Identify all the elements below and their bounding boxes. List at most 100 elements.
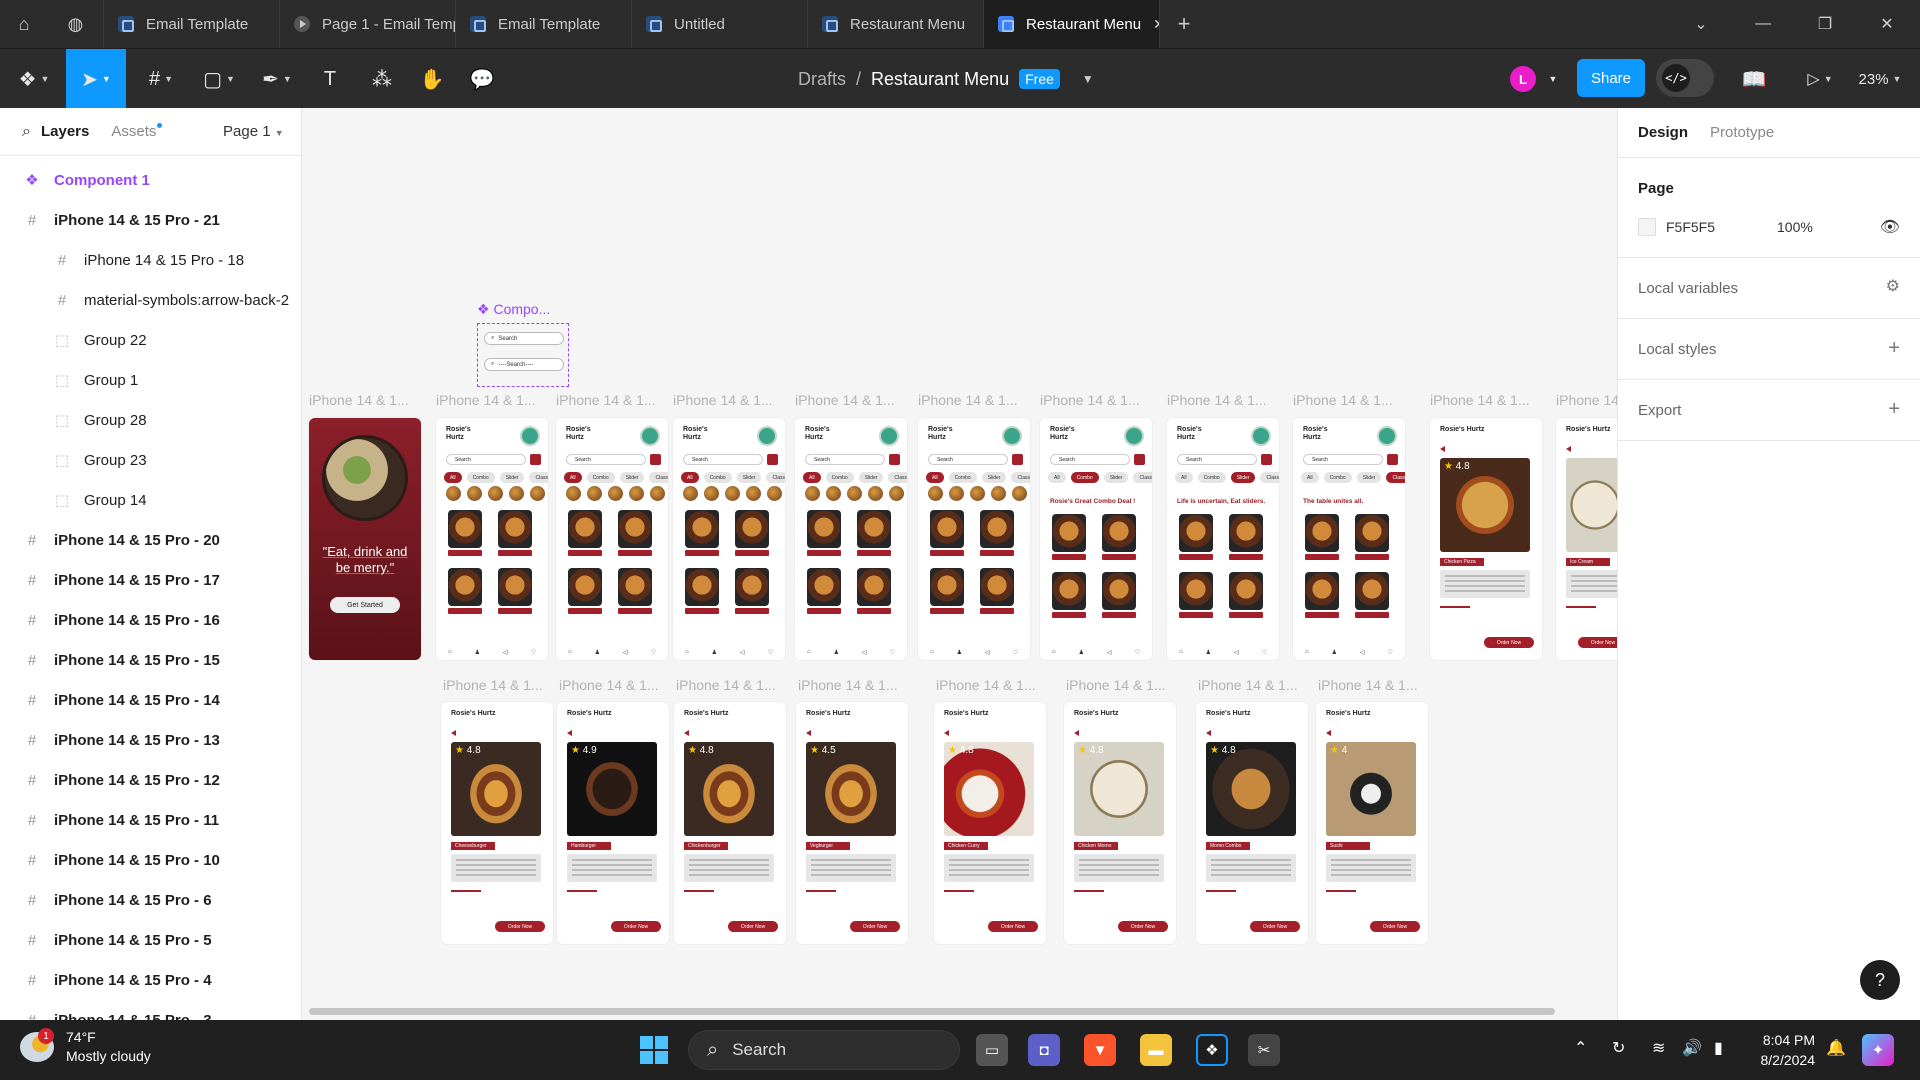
food-thumb-icon[interactable]: [488, 486, 503, 501]
heart-icon[interactable]: ♡: [1013, 649, 1018, 656]
chip-combo[interactable]: Combo: [466, 472, 495, 483]
heart-icon[interactable]: ♡: [890, 649, 895, 656]
sync-icon[interactable]: ↻: [1612, 1038, 1625, 1058]
frame-label[interactable]: iPhone 14 & 1...: [798, 677, 898, 693]
filter-icon[interactable]: [889, 454, 900, 465]
layer-item[interactable]: # material-symbols:arrow-back-2: [0, 280, 301, 320]
search-bar[interactable]: Search: [446, 454, 526, 465]
heart-icon[interactable]: ♡: [1262, 649, 1267, 656]
back-icon[interactable]: ◁: [623, 649, 628, 656]
back-icon[interactable]: ◁: [503, 649, 508, 656]
food-thumb-icon[interactable]: [467, 486, 482, 501]
search-bar[interactable]: Search: [928, 454, 1008, 465]
chevron-down-icon[interactable]: ⌄: [1670, 0, 1732, 48]
spicy-slider[interactable]: [1440, 606, 1470, 608]
food-card[interactable]: [568, 510, 602, 556]
menu-screen-frame[interactable]: Rosie's Hurtz Search All Combo Slider Classic…: [918, 418, 1030, 660]
food-thumb-icon[interactable]: [970, 486, 985, 501]
tab-assets[interactable]: Assets: [111, 123, 163, 140]
avatar[interactable]: [1002, 426, 1022, 446]
avatar[interactable]: [757, 426, 777, 446]
food-thumb-icon[interactable]: [868, 486, 883, 501]
food-card[interactable]: [930, 510, 964, 556]
frame-label[interactable]: iPhone 14 & 1...: [936, 677, 1036, 693]
food-card[interactable]: [685, 568, 719, 614]
chip-combo[interactable]: Combo: [586, 472, 615, 483]
chip-slider[interactable]: Slider: [1103, 472, 1129, 483]
food-card[interactable]: [498, 568, 532, 614]
tab-untitled[interactable]: Untitled: [632, 0, 808, 48]
food-thumb-icon[interactable]: [683, 486, 698, 501]
user-icon[interactable]: ♟: [712, 649, 717, 656]
food-card[interactable]: [1179, 514, 1213, 560]
food-thumb-icon[interactable]: [1012, 486, 1027, 501]
food-card[interactable]: [448, 568, 482, 614]
tab-restaurant-menu-active[interactable]: Restaurant Menu ✕: [984, 0, 1160, 48]
frame-label[interactable]: iPhone 14 & 1...: [556, 392, 656, 408]
chip-all[interactable]: All: [681, 472, 699, 483]
arrow-back-icon[interactable]: [567, 730, 572, 736]
move-tool-cursor-icon[interactable]: ➤ ▼: [66, 49, 126, 109]
user-icon[interactable]: ♟: [834, 649, 839, 656]
variables-settings-icon[interactable]: ⚙: [1886, 276, 1900, 296]
chip-slider[interactable]: Slider: [736, 472, 762, 483]
back-icon[interactable]: ◁: [1360, 649, 1365, 656]
layer-item[interactable]: # iPhone 14 & 15 Pro - 10: [0, 840, 301, 880]
detail-screen-frame[interactable]: Rosie's Hurtz ★ 4.8 Momo Combo Order Now: [1196, 702, 1308, 944]
frame-label[interactable]: iPhone 14 & 1...: [1066, 677, 1166, 693]
local-styles-row[interactable]: Local styles +: [1618, 319, 1920, 379]
detail-screen-frame[interactable]: Rosie's Hurtz ★ 4.9 Hamburger Order Now: [557, 702, 669, 944]
food-card[interactable]: [807, 510, 841, 556]
page-color-value[interactable]: F5F5F5: [1666, 219, 1715, 235]
food-thumb-icon[interactable]: [446, 486, 461, 501]
tab-email-template-2[interactable]: Email Template: [456, 0, 632, 48]
arrow-back-icon[interactable]: [1440, 446, 1445, 452]
layer-item[interactable]: ❖ Component 1: [0, 160, 301, 200]
frame-label[interactable]: iPhone 14 & 1...: [443, 677, 543, 693]
notification-bell-icon[interactable]: 🔔: [1826, 1038, 1846, 1058]
layer-item[interactable]: ⬚ Group 28: [0, 400, 301, 440]
layer-item[interactable]: ⬚ Group 14: [0, 480, 301, 520]
chip-classic[interactable]: Classic: [1386, 472, 1405, 483]
food-thumb-icon[interactable]: [847, 486, 862, 501]
detail-screen-frame[interactable]: Rosie's Hurtz ★ 4.8 Chicken Pizza Order Now: [1430, 418, 1542, 660]
tab-layers[interactable]: Layers: [41, 123, 89, 140]
food-thumb-icon[interactable]: [509, 486, 524, 501]
home-icon[interactable]: ⌂: [807, 649, 811, 656]
food-card[interactable]: [980, 510, 1014, 556]
spicy-slider[interactable]: [567, 890, 597, 892]
food-card[interactable]: [857, 510, 891, 556]
arrow-back-icon[interactable]: [806, 730, 811, 736]
user-icon[interactable]: ♟: [1206, 649, 1211, 656]
copilot-icon[interactable]: ✦: [1862, 1034, 1894, 1066]
layer-item[interactable]: ⬚ Group 23: [0, 440, 301, 480]
layer-item[interactable]: ⬚ Group 1: [0, 360, 301, 400]
windows-start-icon[interactable]: [640, 1036, 668, 1064]
user-icon[interactable]: ♟: [957, 649, 962, 656]
food-thumb-icon[interactable]: [746, 486, 761, 501]
avatar[interactable]: [1251, 426, 1271, 446]
battery-icon[interactable]: ▮: [1714, 1038, 1723, 1058]
minimize-icon[interactable]: —: [1732, 0, 1794, 48]
new-tab-button[interactable]: +: [1160, 0, 1208, 48]
spicy-slider[interactable]: [1566, 606, 1596, 608]
order-now-button[interactable]: Order Now: [988, 921, 1038, 932]
chip-combo[interactable]: Combo: [1323, 472, 1352, 483]
menu-screen-frame[interactable]: Rosie's Hurtz Search All Combo Slider Classic…: [795, 418, 907, 660]
search-bar[interactable]: Search: [683, 454, 763, 465]
frame-label[interactable]: iPhone 14 & 1...: [1318, 677, 1418, 693]
search-bar[interactable]: Search: [1177, 454, 1257, 465]
rectangle-tool-icon[interactable]: ▢ ▼: [196, 49, 242, 109]
home-icon[interactable]: ⌂: [0, 0, 48, 48]
home-icon[interactable]: ⌂: [1052, 649, 1056, 656]
layer-item[interactable]: # iPhone 14 & 15 Pro - 4: [0, 960, 301, 1000]
main-menu-figma-icon[interactable]: ❖ ▼: [10, 49, 58, 109]
order-now-button[interactable]: Order Now: [1370, 921, 1420, 932]
home-icon[interactable]: ⌂: [1179, 649, 1183, 656]
layer-item[interactable]: # iPhone 14 & 15 Pro - 17: [0, 560, 301, 600]
chip-all[interactable]: All: [803, 472, 821, 483]
menu-screen-frame[interactable]: Rosie's Hurtz Search All Combo Slider Classic…: [1293, 418, 1405, 660]
frame-label[interactable]: iPhone 14 & 1...: [1293, 392, 1393, 408]
food-card[interactable]: [735, 510, 769, 556]
frame-tool-icon[interactable]: # ▼: [138, 49, 184, 109]
